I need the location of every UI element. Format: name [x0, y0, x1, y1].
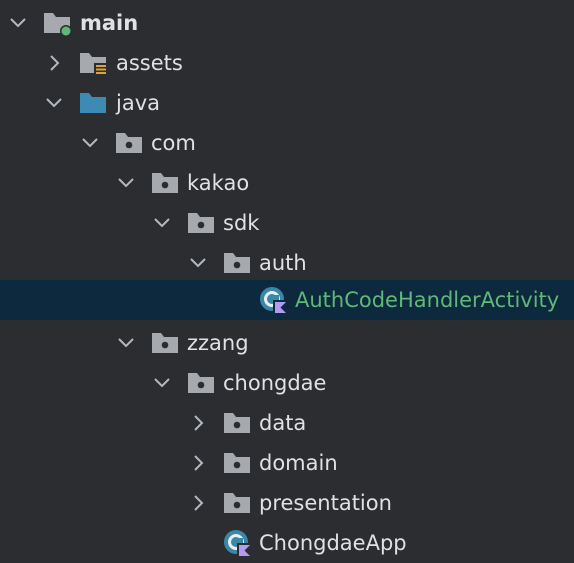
source-root-folder-icon — [78, 89, 108, 117]
chevron-down-icon[interactable] — [150, 211, 174, 235]
resources-folder-icon — [78, 49, 108, 77]
tree-node-chongdae[interactable]: chongdae — [0, 363, 574, 403]
chevron-right-icon[interactable] — [186, 491, 210, 515]
package-folder-icon — [186, 209, 216, 237]
package-folder-icon — [222, 249, 252, 277]
tree-node-label: com — [151, 131, 196, 155]
tree-node-presentation[interactable]: presentation — [0, 483, 574, 523]
tree-node-assets[interactable]: assets — [0, 43, 574, 83]
package-folder-icon — [150, 169, 180, 197]
package-folder-icon — [222, 489, 252, 517]
tree-node-label: assets — [116, 51, 183, 75]
tree-node-data[interactable]: data — [0, 403, 574, 443]
kotlin-class-icon — [258, 286, 288, 314]
tree-node-chongdae-app[interactable]: ChongdaeApp — [0, 523, 574, 563]
chevron-down-icon[interactable] — [114, 331, 138, 355]
tree-node-com[interactable]: com — [0, 123, 574, 163]
module-folder-icon — [42, 9, 72, 37]
chevron-down-icon[interactable] — [114, 171, 138, 195]
chevron-right-icon[interactable] — [186, 451, 210, 475]
tree-node-label: java — [116, 91, 160, 115]
chevron-down-icon[interactable] — [78, 131, 102, 155]
package-folder-icon — [222, 409, 252, 437]
tree-node-label: domain — [259, 451, 338, 475]
package-folder-icon — [222, 449, 252, 477]
chevron-right-icon[interactable] — [42, 51, 66, 75]
tree-node-label: sdk — [223, 211, 260, 235]
tree-node-label: kakao — [187, 171, 250, 195]
tree-node-label: chongdae — [223, 371, 327, 395]
tree-node-label: ChongdaeApp — [259, 531, 407, 555]
tree-node-java[interactable]: java — [0, 83, 574, 123]
tree-node-auth-code-handler-activity[interactable]: AuthCodeHandlerActivity — [0, 280, 574, 320]
package-folder-icon — [114, 129, 144, 157]
package-folder-icon — [150, 329, 180, 357]
tree-node-domain[interactable]: domain — [0, 443, 574, 483]
project-tree: main assets java com kakao sdk auth Auth… — [0, 0, 574, 561]
tree-node-zzang[interactable]: zzang — [0, 323, 574, 363]
tree-node-label: data — [259, 411, 307, 435]
kotlin-class-icon — [222, 529, 252, 557]
tree-node-label: main — [80, 11, 139, 35]
chevron-down-icon[interactable] — [150, 371, 174, 395]
tree-node-label: AuthCodeHandlerActivity — [295, 288, 560, 312]
chevron-down-icon[interactable] — [6, 11, 30, 35]
tree-node-auth[interactable]: auth — [0, 243, 574, 283]
chevron-down-icon[interactable] — [186, 251, 210, 275]
package-folder-icon — [186, 369, 216, 397]
chevron-down-icon[interactable] — [42, 91, 66, 115]
tree-node-label: presentation — [259, 491, 392, 515]
tree-node-sdk[interactable]: sdk — [0, 203, 574, 243]
chevron-right-icon[interactable] — [186, 411, 210, 435]
tree-node-label: auth — [259, 251, 307, 275]
tree-node-main[interactable]: main — [0, 3, 574, 43]
tree-node-label: zzang — [187, 331, 249, 355]
tree-node-kakao[interactable]: kakao — [0, 163, 574, 203]
